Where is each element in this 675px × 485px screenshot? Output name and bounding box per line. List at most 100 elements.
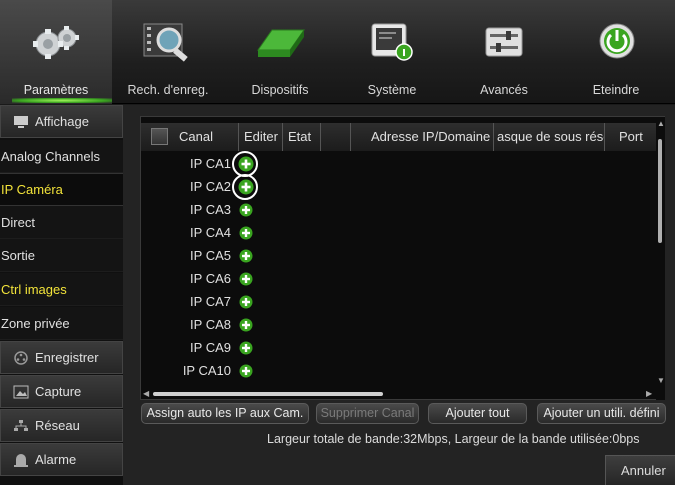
channel-name: IP CA6: [190, 271, 231, 286]
sidebar-item-label: Ctrl images: [1, 281, 67, 297]
channel-name: IP CA8: [190, 317, 231, 332]
system-info-icon: [371, 23, 413, 61]
sliders-icon: [485, 27, 523, 57]
channel-name: IP CA7: [190, 294, 231, 309]
main-toolbar: Paramètres Rech. d'enreg. Dispositifs Sy…: [0, 0, 675, 104]
scroll-left-icon[interactable]: ◀: [143, 389, 149, 398]
sidebar-item-label: Alarme: [35, 452, 77, 467]
add-circle-icon[interactable]: [237, 155, 255, 173]
table-row[interactable]: IP CA3: [141, 198, 656, 222]
network-icon: [14, 419, 28, 431]
column-header-ip-address[interactable]: Adresse IP/Domaine: [350, 123, 493, 151]
sidebar-item-label: Direct: [1, 214, 35, 230]
select-all-checkbox[interactable]: [151, 128, 168, 145]
add-circle-icon[interactable]: [237, 247, 255, 265]
vertical-scroll-thumb[interactable]: [658, 139, 662, 243]
add-circle-icon[interactable]: [237, 178, 255, 196]
table-row[interactable]: IP CA6: [141, 267, 656, 291]
add-user-defined-button[interactable]: Ajouter un utili. défini: [537, 403, 666, 424]
channel-name: IP CA5: [190, 248, 231, 263]
channel-name: IP CA10: [182, 363, 231, 378]
sidebar-item-label: IP Caméra: [1, 182, 63, 197]
column-header-canal[interactable]: Canal: [174, 123, 238, 151]
column-header-editer[interactable]: Editer: [238, 123, 282, 151]
sidebar-item-ip-camera[interactable]: IP Caméra: [0, 173, 123, 206]
gears-icon: [33, 26, 79, 59]
toolbar-item-avances[interactable]: Avancés: [448, 0, 560, 104]
table-row[interactable]: IP CA1: [141, 151, 656, 177]
channel-name: IP CA4: [190, 225, 231, 240]
toolbar-label: Système: [367, 83, 417, 97]
channel-name: IP CA9: [190, 340, 231, 355]
vertical-scrollbar[interactable]: ▲ ▼: [656, 117, 665, 400]
picture-icon: [13, 385, 29, 398]
add-circle-icon[interactable]: [237, 293, 255, 311]
table-header: Canal Editer Etat Adresse IP/Domaine asq…: [141, 123, 656, 151]
toolbar-item-parametres[interactable]: Paramètres: [0, 0, 112, 104]
bandwidth-status: Largeur totale de bande:32Mbps, Largeur …: [267, 432, 640, 446]
sidebar-item-affichage[interactable]: Affichage: [0, 105, 123, 138]
toolbar-label: Rech. d'enreg.: [127, 83, 209, 97]
toolbar-label: Avancés: [480, 83, 528, 97]
toolbar-item-recherche[interactable]: Rech. d'enreg.: [112, 0, 224, 104]
add-circle-icon[interactable]: [237, 224, 255, 242]
active-indicator: [12, 98, 112, 103]
sidebar-item-capture[interactable]: Capture: [0, 375, 123, 408]
delete-channel-button[interactable]: Supprimer Canal: [316, 403, 419, 424]
settings-sidebar: Affichage Analog Channels IP Caméra Dire…: [0, 105, 123, 485]
sidebar-item-label: Réseau: [35, 418, 80, 433]
monitor-icon: [14, 115, 28, 128]
column-header-port[interactable]: Port: [604, 123, 656, 151]
add-circle-icon[interactable]: [237, 316, 255, 334]
toolbar-item-dispositifs[interactable]: Dispositifs: [224, 0, 336, 104]
sidebar-item-label: Sortie: [1, 247, 35, 263]
column-header-blank[interactable]: [320, 123, 350, 151]
sidebar-item-reseau[interactable]: Réseau: [0, 409, 123, 442]
column-header-etat[interactable]: Etat: [282, 123, 320, 151]
sidebar-item-direct[interactable]: Direct: [0, 206, 123, 239]
hard-disk-icon: [257, 29, 305, 57]
scroll-up-icon[interactable]: ▲: [657, 119, 665, 128]
sidebar-item-enregistrer[interactable]: Enregistrer: [0, 341, 123, 374]
table-row[interactable]: IP CA7: [141, 290, 656, 314]
toolbar-item-systeme[interactable]: Système: [336, 0, 448, 104]
add-all-button[interactable]: Ajouter tout: [428, 403, 527, 424]
table-row[interactable]: IP CA8: [141, 313, 656, 337]
table-row[interactable]: IP CA2: [141, 174, 656, 200]
sidebar-item-label: Analog Channels: [1, 148, 101, 164]
sidebar-item-label: Zone privée: [1, 315, 70, 331]
cancel-button[interactable]: Annuler: [605, 455, 675, 485]
table-row[interactable]: IP CA10: [141, 359, 656, 383]
toolbar-item-eteindre[interactable]: Eteindre: [560, 0, 672, 104]
scroll-down-icon[interactable]: ▼: [657, 376, 665, 385]
sidebar-item-alarme[interactable]: Alarme: [0, 443, 123, 476]
channel-name: IP CA2: [190, 179, 231, 194]
scroll-right-icon[interactable]: ▶: [646, 389, 652, 398]
add-circle-icon[interactable]: [237, 339, 255, 357]
toolbar-label: Dispositifs: [251, 83, 309, 97]
sidebar-item-analog-channels[interactable]: Analog Channels: [0, 140, 123, 173]
sidebar-item-label: Capture: [35, 384, 82, 399]
auto-assign-ip-button[interactable]: Assign auto les IP aux Cam.: [141, 403, 309, 424]
horizontal-scrollbar[interactable]: ◀ ▶: [141, 388, 656, 399]
add-circle-icon[interactable]: [237, 201, 255, 219]
sidebar-item-zone-privee[interactable]: Zone privée: [0, 307, 123, 340]
table-row[interactable]: IP CA4: [141, 221, 656, 245]
ip-camera-table: Canal Editer Etat Adresse IP/Domaine asq…: [140, 116, 665, 400]
column-header-subnet-mask[interactable]: asque de sous résea: [493, 123, 604, 151]
film-reel-icon: [14, 350, 28, 365]
table-row[interactable]: IP CA5: [141, 244, 656, 268]
sidebar-item-sortie[interactable]: Sortie: [0, 239, 123, 272]
add-circle-icon[interactable]: [237, 270, 255, 288]
alarm-icon: [14, 453, 28, 467]
horizontal-scroll-thumb[interactable]: [153, 392, 383, 396]
sidebar-item-ctrl-images[interactable]: Ctrl images: [0, 273, 123, 306]
table-row[interactable]: IP CA9: [141, 336, 656, 360]
toolbar-label: Paramètres: [23, 83, 89, 97]
toolbar-label: Eteindre: [592, 83, 640, 97]
channel-name: IP CA3: [190, 202, 231, 217]
power-icon: [599, 23, 635, 59]
add-circle-icon[interactable]: [237, 362, 255, 380]
channel-name: IP CA1: [190, 156, 231, 171]
ip-camera-panel: Canal Editer Etat Adresse IP/Domaine asq…: [123, 105, 675, 485]
